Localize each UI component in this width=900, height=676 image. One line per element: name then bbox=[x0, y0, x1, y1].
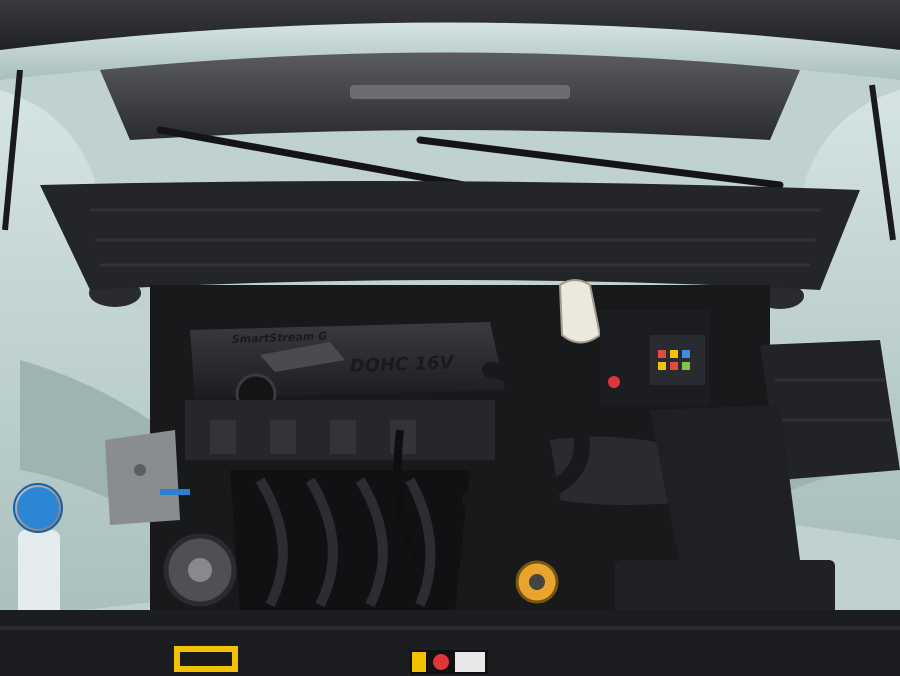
battery-terminal-red bbox=[608, 376, 620, 388]
warning-label-left-inner bbox=[180, 652, 232, 666]
engine-bay-photo: SmartStream G DOHC 16V bbox=[0, 0, 900, 676]
radiator-cap-center bbox=[529, 574, 545, 590]
mounting-bracket-left bbox=[105, 430, 180, 525]
dashboard-edge bbox=[350, 85, 570, 99]
warning-symbol-red bbox=[433, 654, 449, 670]
alternator-hub bbox=[188, 558, 212, 582]
cowl-panel bbox=[40, 181, 860, 290]
warning-symbol-white bbox=[455, 652, 485, 672]
washer-cap-face bbox=[17, 487, 59, 529]
engine-cover-spec: DOHC 16V bbox=[349, 352, 456, 377]
warning-symbol-yellow bbox=[412, 652, 426, 672]
battery-label bbox=[650, 335, 705, 385]
bolt bbox=[134, 464, 146, 476]
